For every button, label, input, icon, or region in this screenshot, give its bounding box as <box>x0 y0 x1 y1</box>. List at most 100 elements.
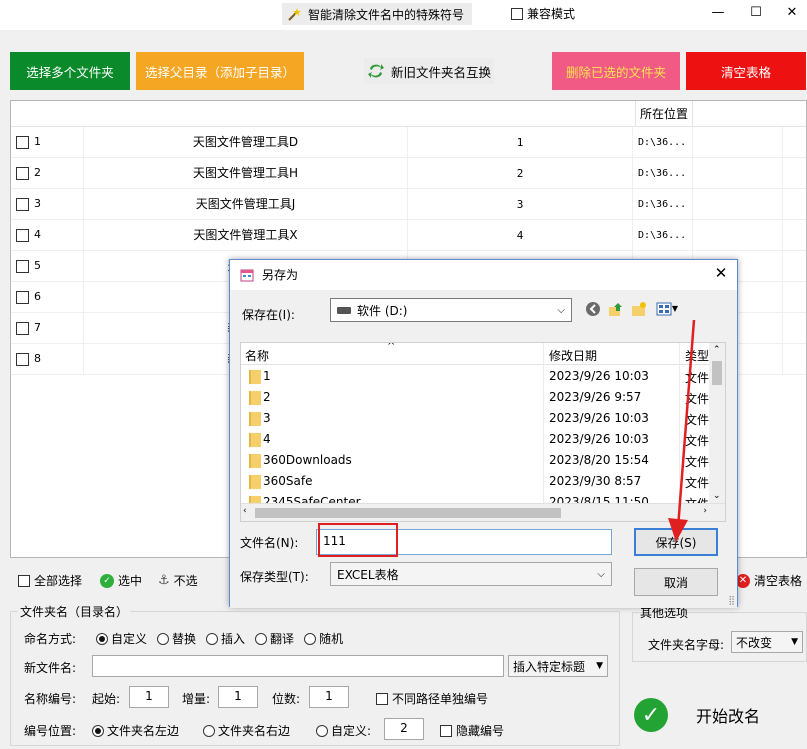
select-parent-dir-button[interactable]: 选择父目录（添加子目录） <box>136 52 304 90</box>
method-translate-radio[interactable]: 翻译 <box>255 630 294 647</box>
select-all-box[interactable] <box>18 574 30 587</box>
file-date: 2023/9/26 10:03 <box>549 411 649 425</box>
method-custom-radio[interactable]: 自定义 <box>96 630 147 647</box>
list-item[interactable]: 360Safe 2023/9/30 8:57 文件 <box>241 471 711 492</box>
list-item[interactable]: 3 2023/9/26 10:03 文件 <box>241 408 711 429</box>
separate-numbering-checkbox[interactable]: 不同路径单独编号 <box>376 690 488 707</box>
select-button[interactable]: ✓ 选中 <box>100 572 142 589</box>
file-list[interactable]: 名称 ^ 修改日期 类型 1 2023/9/26 10:03 文件 2 2023/9/2… <box>240 342 726 522</box>
close-window-button[interactable]: ✕ <box>782 4 802 22</box>
save-in-label: 保存在(I): <box>242 308 295 322</box>
delete-selected-button[interactable]: 删除已选的文件夹 <box>552 52 680 90</box>
clear-table-button[interactable]: 清空表格 <box>686 52 806 90</box>
row-number: 3 <box>408 189 633 220</box>
radio-dot[interactable] <box>92 724 104 737</box>
table-row[interactable]: 4 天图文件管理工具X 4 D:\36... <box>11 220 806 251</box>
row-index: 6 <box>34 290 41 303</box>
position-custom-radio[interactable]: 自定义: <box>316 722 371 739</box>
method-insert-radio[interactable]: 插入 <box>206 630 245 647</box>
vertical-scrollbar[interactable]: ⌃ ⌄ <box>709 343 725 503</box>
new-name-input[interactable] <box>92 655 504 677</box>
filetype-label: 保存类型(T): <box>240 570 309 584</box>
radio-dot[interactable] <box>206 632 219 645</box>
radio-dot[interactable] <box>157 632 170 645</box>
radio-label: 自定义: <box>331 724 372 738</box>
row-checkbox[interactable] <box>16 136 29 149</box>
radio-dot[interactable] <box>255 632 268 645</box>
row-checkbox[interactable] <box>16 260 29 273</box>
scroll-down-icon[interactable]: ⌄ <box>713 491 721 501</box>
radio-dot[interactable] <box>203 724 215 737</box>
table-row[interactable]: 3 天图文件管理工具J 3 D:\36... <box>11 189 806 220</box>
minimize-button[interactable]: — <box>708 4 728 22</box>
row-checkbox[interactable] <box>16 229 29 242</box>
list-item[interactable]: 1 2023/9/26 10:03 文件 <box>241 366 711 387</box>
numbering-label: 名称编号: <box>24 692 77 706</box>
filetype-select[interactable]: EXCEL表格 ⌵ <box>330 562 612 586</box>
table-row[interactable]: 1 天图文件管理工具D 1 D:\36... <box>11 127 806 158</box>
row-checkbox[interactable] <box>16 291 29 304</box>
row-checkbox[interactable] <box>16 322 29 335</box>
deselect-label: 不选 <box>173 574 198 588</box>
maximize-button[interactable]: ☐ <box>746 4 766 22</box>
horizontal-scrollbar[interactable]: ‹ › <box>241 503 725 521</box>
up-folder-icon[interactable] <box>607 300 624 317</box>
row-checkbox[interactable] <box>16 353 29 366</box>
row-index: 4 <box>34 228 41 241</box>
select-multiple-folders-button[interactable]: 选择多个文件夹 <box>10 52 130 90</box>
swap-names-button[interactable]: 新旧文件夹名互换 <box>364 58 494 84</box>
deselect-button[interactable]: ⚓ 不选 <box>158 572 198 589</box>
file-name: 1 <box>263 369 271 383</box>
insert-title-select[interactable]: 插入特定标题 ▼ <box>508 655 608 677</box>
position-left-radio[interactable]: 文件夹名左边 <box>92 722 179 739</box>
method-replace-radio[interactable]: 替换 <box>157 630 196 647</box>
row-checkbox[interactable] <box>16 198 29 211</box>
select-all-checkbox[interactable]: 全部选择 <box>18 572 82 589</box>
back-icon[interactable] <box>584 300 601 317</box>
list-item[interactable]: 360Downloads 2023/8/20 15:54 文件 <box>241 450 711 471</box>
column-header-name[interactable]: 名称 <box>245 347 269 364</box>
hide-numbering-label: 隐藏编号 <box>456 724 505 738</box>
column-header-location[interactable]: 所在位置 <box>635 101 693 127</box>
scrollbar-thumb[interactable] <box>255 508 561 518</box>
start-rename-button[interactable]: ✓ 开始改名 <box>632 692 802 738</box>
method-random-radio[interactable]: 随机 <box>304 630 343 647</box>
scroll-up-icon[interactable]: ⌃ <box>713 345 721 355</box>
annotation-highlight-box <box>318 523 398 557</box>
file-name: 3 <box>263 411 271 425</box>
step-label: 增量: <box>182 692 211 706</box>
insert-title-value: 插入特定标题 <box>513 659 586 674</box>
resize-grip-icon[interactable]: ⣿ <box>728 596 735 606</box>
compat-mode-checkbox[interactable]: 兼容模式 <box>511 5 575 22</box>
hide-numbering-box[interactable] <box>440 724 452 737</box>
view-menu-icon[interactable]: ▼ <box>653 300 681 317</box>
radio-dot[interactable] <box>304 632 317 645</box>
scrollbar-thumb[interactable] <box>712 361 722 385</box>
window-title-text: 智能清除文件名中的特殊符号 <box>308 7 465 22</box>
clear-table-small-button[interactable]: ✕ 清空表格 <box>736 572 802 589</box>
save-in-combo[interactable]: 软件 (D:) ⌵ <box>330 298 572 322</box>
radio-dot[interactable] <box>316 724 328 737</box>
scroll-left-icon[interactable]: ‹ <box>243 506 247 516</box>
row-index: 8 <box>34 352 41 365</box>
step-input[interactable]: 1 <box>218 686 258 708</box>
radio-dot[interactable] <box>96 632 108 645</box>
radio-label: 文件夹名右边 <box>218 724 291 738</box>
start-input[interactable]: 1 <box>129 686 169 708</box>
new-folder-icon[interactable] <box>630 300 647 317</box>
list-item[interactable]: 4 2023/9/26 10:03 文件 <box>241 429 711 450</box>
position-right-radio[interactable]: 文件夹名右边 <box>203 722 290 739</box>
compat-checkbox-box[interactable] <box>511 7 523 20</box>
digits-input[interactable]: 1 <box>309 686 349 708</box>
case-select[interactable]: 不改变 ▼ <box>731 631 803 653</box>
separate-numbering-box[interactable] <box>376 692 388 705</box>
column-header-date[interactable]: 修改日期 <box>549 347 597 364</box>
table-row[interactable]: 2 天图文件管理工具H 2 D:\36... <box>11 158 806 189</box>
cancel-button[interactable]: 取消 <box>634 568 718 596</box>
hide-numbering-checkbox[interactable]: 隐藏编号 <box>440 722 504 739</box>
dialog-close-button[interactable]: ✕ <box>711 263 731 283</box>
list-item[interactable]: 2 2023/9/26 9:57 文件 <box>241 387 711 408</box>
file-date: 2023/9/30 8:57 <box>549 474 642 488</box>
custom-position-input[interactable]: 2 <box>384 718 424 740</box>
row-checkbox[interactable] <box>16 167 29 180</box>
